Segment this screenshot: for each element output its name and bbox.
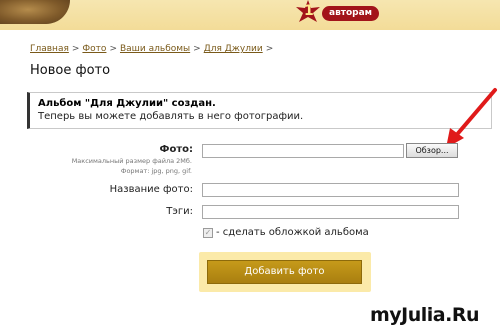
success-notice: Альбом "Для Джулии" создан. Теперь вы мо… [27, 92, 492, 129]
breadcrumb-albums[interactable]: Ваши альбомы [120, 44, 190, 54]
breadcrumb-home[interactable]: Главная [30, 44, 69, 54]
badge-number: 1 [304, 3, 314, 19]
breadcrumb-album-julia[interactable]: Для Джулии [204, 44, 263, 54]
authors-badge[interactable]: авторам [322, 6, 380, 21]
top-banner [0, 0, 500, 30]
photo-label: Фото: [159, 144, 193, 155]
photo-file-input[interactable] [202, 144, 404, 158]
photo-format-hint: Формат: jpg, png, gif. [120, 167, 192, 175]
add-photo-button[interactable]: Добавить фото [207, 260, 362, 284]
tags-label: Тэги: [166, 206, 193, 217]
breadcrumb: Главная > Фото > Ваши альбомы > Для Джулии > [30, 44, 274, 54]
browse-button[interactable]: Обзор... [406, 143, 458, 158]
tags-input[interactable] [202, 205, 459, 219]
photo-name-label: Название фото: [109, 184, 193, 195]
page-title: Новое фото [30, 63, 111, 78]
site-watermark: myJulia.Ru [370, 304, 480, 326]
notice-title: Альбом "Для Джулии" создан. [38, 98, 216, 109]
notice-text: Теперь вы можете добавлять в него фотогр… [38, 111, 304, 122]
photo-size-hint: Максимальный размер файла 2Мб. [71, 157, 192, 165]
cover-checkbox-label: - сделать обложкой альбома [216, 227, 369, 238]
photo-name-input[interactable] [202, 183, 459, 197]
cover-checkbox[interactable]: ✓ [203, 228, 213, 238]
breadcrumb-photo[interactable]: Фото [82, 44, 106, 54]
